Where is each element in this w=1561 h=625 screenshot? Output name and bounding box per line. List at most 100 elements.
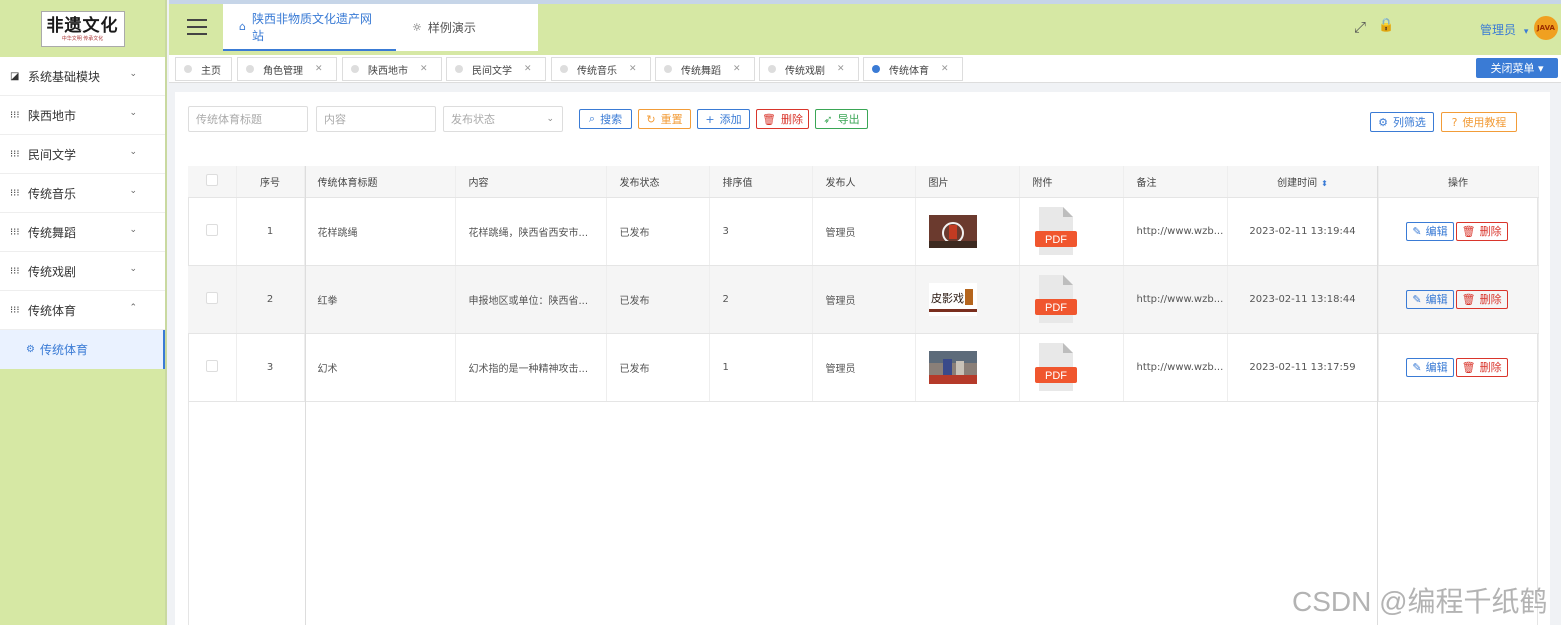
sidebar-item-label: 传统戏剧 — [28, 264, 77, 279]
edit-label: 编辑 — [1425, 361, 1448, 374]
tab-demo[interactable]: ☼ 样例演示 — [396, 4, 538, 51]
close-icon[interactable]: ✕ — [733, 64, 741, 74]
tag-sports[interactable]: 传统体育 ✕ — [863, 57, 963, 81]
magic-trick-thumbnail[interactable] — [928, 350, 977, 384]
sidebar-item-label: 传统舞蹈 — [28, 225, 77, 240]
col-header-created[interactable]: 创建时间 ⬍ — [1227, 166, 1379, 198]
sidebar-item-music[interactable]: ⁝⁝⁝ 传统音乐 ⌄ — [0, 174, 165, 213]
sidebar-item-cities[interactable]: ⁝⁝⁝ 陕西地市 ⌄ — [0, 96, 165, 135]
sidebar-item-drama[interactable]: ⁝⁝⁝ 传统戏剧 ⌄ — [0, 252, 165, 291]
tag-drama[interactable]: 传统戏剧 ✕ — [759, 57, 859, 81]
cell-image — [915, 333, 1020, 402]
edit-label: 编辑 — [1425, 293, 1448, 306]
cell-attachment: PDF — [1019, 265, 1124, 334]
edit-button[interactable]: ✎ 编辑 — [1406, 221, 1454, 241]
sidebar-item-folk-literature[interactable]: ⁝⁝⁝ 民间文学 ⌄ — [0, 135, 165, 174]
sidebar-subitem-sports[interactable]: ⚙ 传统体育 — [0, 330, 165, 369]
export-button[interactable]: ➶ 导出 — [815, 109, 868, 129]
chevron-down-icon: ⌄ — [129, 108, 137, 118]
status-select-placeholder: 发布状态 — [451, 113, 495, 126]
pdf-file-icon[interactable]: PDF — [1033, 343, 1079, 391]
pdf-file-icon[interactable]: PDF — [1033, 207, 1079, 255]
edit-icon: ✎ — [1412, 360, 1422, 374]
tag-label: 民间文学 — [472, 65, 512, 77]
table-row: 2 红拳 申报地区或单位：陕西省... 已发布 2 管理员 皮影戏 PDF ht… — [188, 265, 1539, 334]
col-header-title: 传统体育标题 — [304, 166, 456, 198]
fullscreen-icon[interactable]: ⤢ — [1354, 18, 1366, 36]
grid-icon: ⁝⁝⁝ — [10, 304, 20, 316]
tag-home[interactable]: 主页 — [175, 57, 232, 81]
row-checkbox[interactable] — [205, 223, 218, 236]
tag-dot — [560, 65, 568, 73]
cell-index: 2 — [236, 265, 305, 334]
chevron-down-icon: ⌄ — [129, 147, 137, 157]
edit-button[interactable]: ✎ 编辑 — [1406, 357, 1454, 377]
trash-icon: 🗑 — [1461, 360, 1476, 374]
select-all-checkbox[interactable] — [205, 173, 218, 186]
chevron-up-icon: ⌃ — [129, 303, 137, 313]
delete-button[interactable]: 🗑 删除 — [756, 109, 809, 129]
tag-music[interactable]: 传统音乐 ✕ — [551, 57, 651, 81]
col-header-remark: 备注 — [1123, 166, 1228, 198]
cell-attachment: PDF — [1019, 197, 1124, 266]
col-header-index: 序号 — [236, 166, 305, 198]
row-checkbox[interactable] — [205, 359, 218, 372]
title-search-input[interactable]: 传统体育标题 — [188, 106, 308, 132]
sort-icon[interactable]: ⬍ — [1321, 179, 1328, 188]
delete-row-button[interactable]: 🗑 删除 — [1455, 357, 1508, 377]
pdf-file-icon[interactable]: PDF — [1033, 275, 1079, 323]
cell-actions: ✎ 编辑 🗑 删除 — [1378, 265, 1539, 334]
rope-skipping-thumbnail[interactable] — [928, 214, 977, 248]
sidebar-item-dance[interactable]: ⁝⁝⁝ 传统舞蹈 ⌄ — [0, 213, 165, 252]
close-menu-button[interactable]: 关闭菜单 ▾ — [1476, 58, 1558, 78]
avatar[interactable]: JAVA — [1534, 16, 1558, 40]
site-logo[interactable]: 非遗文化 中华文明 传承文化 — [40, 10, 125, 47]
chevron-down-icon: ⌄ — [546, 114, 554, 124]
tab-site-home[interactable]: ⌂ 陕西非物质文化遗产网站 — [223, 4, 396, 51]
col-header-created-label: 创建时间 — [1277, 177, 1318, 189]
delete-row-button[interactable]: 🗑 删除 — [1455, 289, 1508, 309]
edit-icon: ✎ — [1412, 224, 1422, 238]
sidebar-item-sports[interactable]: ⁝⁝⁝ 传统体育 ⌃ — [0, 291, 165, 330]
cell-image — [915, 197, 1020, 266]
tab-label: 样例演示 — [427, 21, 476, 35]
tag-dance[interactable]: 传统舞蹈 ✕ — [655, 57, 755, 81]
row-checkbox[interactable] — [205, 291, 218, 304]
column-filter-button[interactable]: ⚙ 列筛选 — [1370, 112, 1434, 132]
admin-label: 管理员 — [1480, 23, 1517, 37]
close-icon[interactable]: ✕ — [941, 64, 949, 74]
cell-publisher: 管理员 — [812, 333, 916, 402]
close-icon[interactable]: ✕ — [420, 64, 428, 74]
cell-sort: 2 — [709, 265, 813, 334]
column-filter-label: 列筛选 — [1392, 116, 1426, 129]
tag-role[interactable]: 角色管理 ✕ — [237, 57, 337, 81]
tag-folk-literature[interactable]: 民间文学 ✕ — [446, 57, 546, 81]
reset-button[interactable]: ↻ 重置 — [638, 109, 691, 129]
row-select-cell — [188, 265, 237, 334]
admin-menu[interactable]: 管理员 ▾ — [1480, 21, 1528, 38]
cell-title: 幻术 — [304, 333, 456, 402]
sidebar-item-system[interactable]: ◪ 系统基础模块 ⌄ — [0, 57, 165, 96]
cell-status: 已发布 — [606, 333, 710, 402]
tutorial-button[interactable]: ? 使用教程 — [1441, 112, 1517, 132]
cell-content: 幻术指的是一种精神攻击... — [455, 333, 607, 402]
tags-view-bar: 主页 角色管理 ✕ 陕西地市 ✕ 民间文学 ✕ 传统音乐 ✕ 传统舞蹈 ✕ 传统… — [169, 55, 1561, 83]
tag-cities[interactable]: 陕西地市 ✕ — [342, 57, 442, 81]
search-button[interactable]: ⌕ 搜索 — [579, 109, 632, 129]
close-icon[interactable]: ✕ — [315, 64, 323, 74]
cell-index: 3 — [236, 333, 305, 402]
content-search-input[interactable]: 内容 — [316, 106, 436, 132]
sidebar-item-label: 传统体育 — [28, 303, 77, 318]
col-header-image: 图片 — [915, 166, 1020, 198]
menu-toggle-icon[interactable] — [187, 19, 207, 35]
close-icon[interactable]: ✕ — [629, 64, 637, 74]
close-icon[interactable]: ✕ — [524, 64, 532, 74]
edit-button[interactable]: ✎ 编辑 — [1406, 289, 1454, 309]
lock-icon[interactable]: 🔒 — [1378, 18, 1394, 33]
delete-row-button[interactable]: 🗑 删除 — [1455, 221, 1508, 241]
grid-icon: ⁝⁝⁝ — [10, 109, 20, 121]
status-select[interactable]: 发布状态 ⌄ — [443, 106, 563, 132]
close-icon[interactable]: ✕ — [837, 64, 845, 74]
shadow-puppet-thumbnail[interactable]: 皮影戏 — [928, 282, 977, 316]
add-button[interactable]: + 添加 — [697, 109, 750, 129]
